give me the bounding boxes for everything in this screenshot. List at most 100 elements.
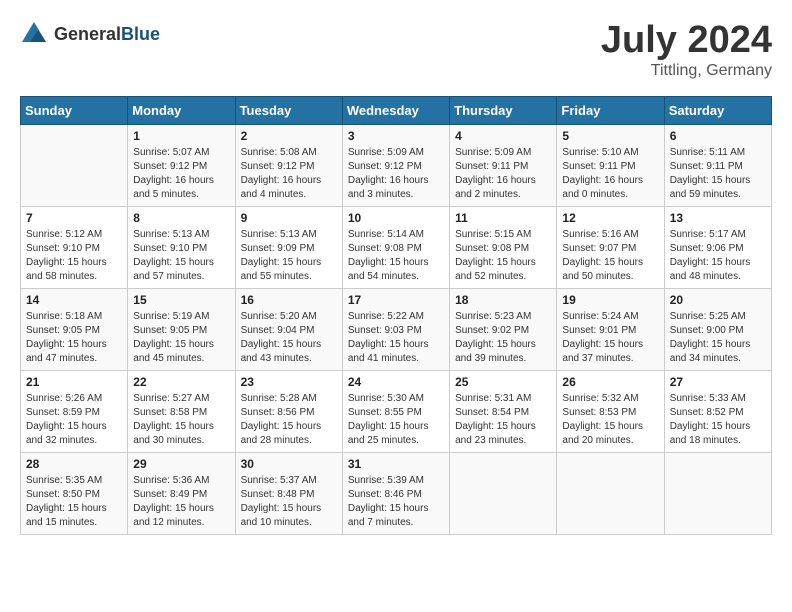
calendar-header-row: SundayMondayTuesdayWednesdayThursdayFrid… [21, 96, 772, 124]
calendar-cell: 26 Sunrise: 5:32 AM Sunset: 8:53 PM Dayli… [557, 370, 664, 452]
day-info: Sunrise: 5:33 AM Sunset: 8:52 PM Dayligh… [670, 392, 766, 448]
calendar-cell: 14 Sunrise: 5:18 AM Sunset: 9:05 PM Dayli… [21, 288, 128, 370]
day-info: Sunrise: 5:23 AM Sunset: 9:02 PM Dayligh… [455, 310, 551, 366]
day-info: Sunrise: 5:07 AM Sunset: 9:12 PM Dayligh… [133, 146, 229, 202]
day-info: Sunrise: 5:36 AM Sunset: 8:49 PM Dayligh… [133, 474, 229, 530]
calendar-cell: 21 Sunrise: 5:26 AM Sunset: 8:59 PM Dayli… [21, 370, 128, 452]
calendar-day-header: Monday [128, 96, 235, 124]
calendar-day-header: Tuesday [235, 96, 342, 124]
day-info: Sunrise: 5:28 AM Sunset: 8:56 PM Dayligh… [241, 392, 337, 448]
calendar-cell: 11 Sunrise: 5:15 AM Sunset: 9:08 PM Dayli… [450, 206, 557, 288]
day-number: 8 [133, 211, 229, 225]
day-info: Sunrise: 5:18 AM Sunset: 9:05 PM Dayligh… [26, 310, 122, 366]
calendar-cell: 4 Sunrise: 5:09 AM Sunset: 9:11 PM Daylig… [450, 124, 557, 206]
calendar-cell: 8Sunrise: 5:13 AM Sunset: 9:10 PM Daylig… [128, 206, 235, 288]
calendar-cell: 6Sunrise: 5:11 AM Sunset: 9:11 PM Daylig… [664, 124, 771, 206]
day-number: 17 [348, 293, 444, 307]
month-year: July 2024 [601, 20, 772, 62]
day-info: Sunrise: 5:22 AM Sunset: 9:03 PM Dayligh… [348, 310, 444, 366]
day-number: 12 [562, 211, 658, 225]
day-number: 31 [348, 457, 444, 471]
day-number: 29 [133, 457, 229, 471]
calendar-cell: 29 Sunrise: 5:36 AM Sunset: 8:49 PM Dayli… [128, 452, 235, 534]
calendar-cell: 1 Sunrise: 5:07 AM Sunset: 9:12 PM Daylig… [128, 124, 235, 206]
day-info: Sunrise: 5:15 AM Sunset: 9:08 PM Dayligh… [455, 228, 551, 284]
day-number: 3 [348, 129, 444, 143]
day-info: Sunrise: 5:37 AM Sunset: 8:48 PM Dayligh… [241, 474, 337, 530]
day-number: 4 [455, 129, 551, 143]
calendar-week-row: 28Sunrise: 5:35 AM Sunset: 8:50 PM Dayli… [21, 452, 772, 534]
day-number: 20 [670, 293, 766, 307]
day-number: 16 [241, 293, 337, 307]
calendar-cell: 15 Sunrise: 5:19 AM Sunset: 9:05 PM Dayli… [128, 288, 235, 370]
calendar-cell: 7Sunrise: 5:12 AM Sunset: 9:10 PM Daylig… [21, 206, 128, 288]
day-number: 22 [133, 375, 229, 389]
calendar-cell [21, 124, 128, 206]
calendar-cell: 19 Sunrise: 5:24 AM Sunset: 9:01 PM Dayli… [557, 288, 664, 370]
day-number: 18 [455, 293, 551, 307]
calendar-cell: 12 Sunrise: 5:16 AM Sunset: 9:07 PM Dayli… [557, 206, 664, 288]
calendar-week-row: 21 Sunrise: 5:26 AM Sunset: 8:59 PM Dayli… [21, 370, 772, 452]
day-number: 14 [26, 293, 122, 307]
location: Tittling, Germany [601, 62, 772, 80]
day-info: Sunrise: 5:25 AM Sunset: 9:00 PM Dayligh… [670, 310, 766, 366]
day-info: Sunrise: 5:08 AM Sunset: 9:12 PM Dayligh… [241, 146, 337, 202]
logo: GeneralBlue [20, 20, 160, 48]
day-info: Sunrise: 5:31 AM Sunset: 8:54 PM Dayligh… [455, 392, 551, 448]
calendar-cell: 17 Sunrise: 5:22 AM Sunset: 9:03 PM Dayli… [342, 288, 449, 370]
calendar-cell: 16 Sunrise: 5:20 AM Sunset: 9:04 PM Dayli… [235, 288, 342, 370]
day-info: Sunrise: 5:32 AM Sunset: 8:53 PM Dayligh… [562, 392, 658, 448]
day-number: 9 [241, 211, 337, 225]
day-number: 21 [26, 375, 122, 389]
calendar-table: SundayMondayTuesdayWednesdayThursdayFrid… [20, 96, 772, 535]
calendar-cell: 2Sunrise: 5:08 AM Sunset: 9:12 PM Daylig… [235, 124, 342, 206]
day-number: 23 [241, 375, 337, 389]
day-info: Sunrise: 5:24 AM Sunset: 9:01 PM Dayligh… [562, 310, 658, 366]
calendar-cell: 24Sunrise: 5:30 AM Sunset: 8:55 PM Dayli… [342, 370, 449, 452]
day-number: 19 [562, 293, 658, 307]
calendar-day-header: Wednesday [342, 96, 449, 124]
day-info: Sunrise: 5:20 AM Sunset: 9:04 PM Dayligh… [241, 310, 337, 366]
day-info: Sunrise: 5:13 AM Sunset: 9:09 PM Dayligh… [241, 228, 337, 284]
day-number: 11 [455, 211, 551, 225]
calendar-cell: 27 Sunrise: 5:33 AM Sunset: 8:52 PM Dayli… [664, 370, 771, 452]
day-info: Sunrise: 5:09 AM Sunset: 9:11 PM Dayligh… [455, 146, 551, 202]
calendar-week-row: 1 Sunrise: 5:07 AM Sunset: 9:12 PM Daylig… [21, 124, 772, 206]
day-number: 5 [562, 129, 658, 143]
calendar-cell: 31 Sunrise: 5:39 AM Sunset: 8:46 PM Dayli… [342, 452, 449, 534]
day-info: Sunrise: 5:26 AM Sunset: 8:59 PM Dayligh… [26, 392, 122, 448]
day-info: Sunrise: 5:14 AM Sunset: 9:08 PM Dayligh… [348, 228, 444, 284]
calendar-day-header: Friday [557, 96, 664, 124]
calendar-day-header: Thursday [450, 96, 557, 124]
calendar-cell: 20 Sunrise: 5:25 AM Sunset: 9:00 PM Dayli… [664, 288, 771, 370]
day-number: 13 [670, 211, 766, 225]
calendar-cell [664, 452, 771, 534]
calendar-cell: 18 Sunrise: 5:23 AM Sunset: 9:02 PM Dayli… [450, 288, 557, 370]
day-info: Sunrise: 5:27 AM Sunset: 8:58 PM Dayligh… [133, 392, 229, 448]
day-info: Sunrise: 5:10 AM Sunset: 9:11 PM Dayligh… [562, 146, 658, 202]
day-number: 24 [348, 375, 444, 389]
calendar-week-row: 7Sunrise: 5:12 AM Sunset: 9:10 PM Daylig… [21, 206, 772, 288]
calendar-body: 1 Sunrise: 5:07 AM Sunset: 9:12 PM Daylig… [21, 124, 772, 534]
day-info: Sunrise: 5:16 AM Sunset: 9:07 PM Dayligh… [562, 228, 658, 284]
day-number: 27 [670, 375, 766, 389]
calendar-day-header: Sunday [21, 96, 128, 124]
day-number: 30 [241, 457, 337, 471]
calendar-day-header: Saturday [664, 96, 771, 124]
calendar-cell: 30 Sunrise: 5:37 AM Sunset: 8:48 PM Dayli… [235, 452, 342, 534]
day-info: Sunrise: 5:39 AM Sunset: 8:46 PM Dayligh… [348, 474, 444, 530]
day-info: Sunrise: 5:35 AM Sunset: 8:50 PM Dayligh… [26, 474, 122, 530]
day-info: Sunrise: 5:17 AM Sunset: 9:06 PM Dayligh… [670, 228, 766, 284]
day-info: Sunrise: 5:19 AM Sunset: 9:05 PM Dayligh… [133, 310, 229, 366]
calendar-cell: 3 Sunrise: 5:09 AM Sunset: 9:12 PM Daylig… [342, 124, 449, 206]
calendar-cell: 25Sunrise: 5:31 AM Sunset: 8:54 PM Dayli… [450, 370, 557, 452]
day-info: Sunrise: 5:09 AM Sunset: 9:12 PM Dayligh… [348, 146, 444, 202]
calendar-cell: 10Sunrise: 5:14 AM Sunset: 9:08 PM Dayli… [342, 206, 449, 288]
day-number: 1 [133, 129, 229, 143]
day-number: 26 [562, 375, 658, 389]
calendar-cell: 23 Sunrise: 5:28 AM Sunset: 8:56 PM Dayli… [235, 370, 342, 452]
day-number: 15 [133, 293, 229, 307]
calendar-cell: 22 Sunrise: 5:27 AM Sunset: 8:58 PM Dayli… [128, 370, 235, 452]
page-header: GeneralBlue July 2024 Tittling, Germany [20, 20, 772, 80]
calendar-cell [557, 452, 664, 534]
